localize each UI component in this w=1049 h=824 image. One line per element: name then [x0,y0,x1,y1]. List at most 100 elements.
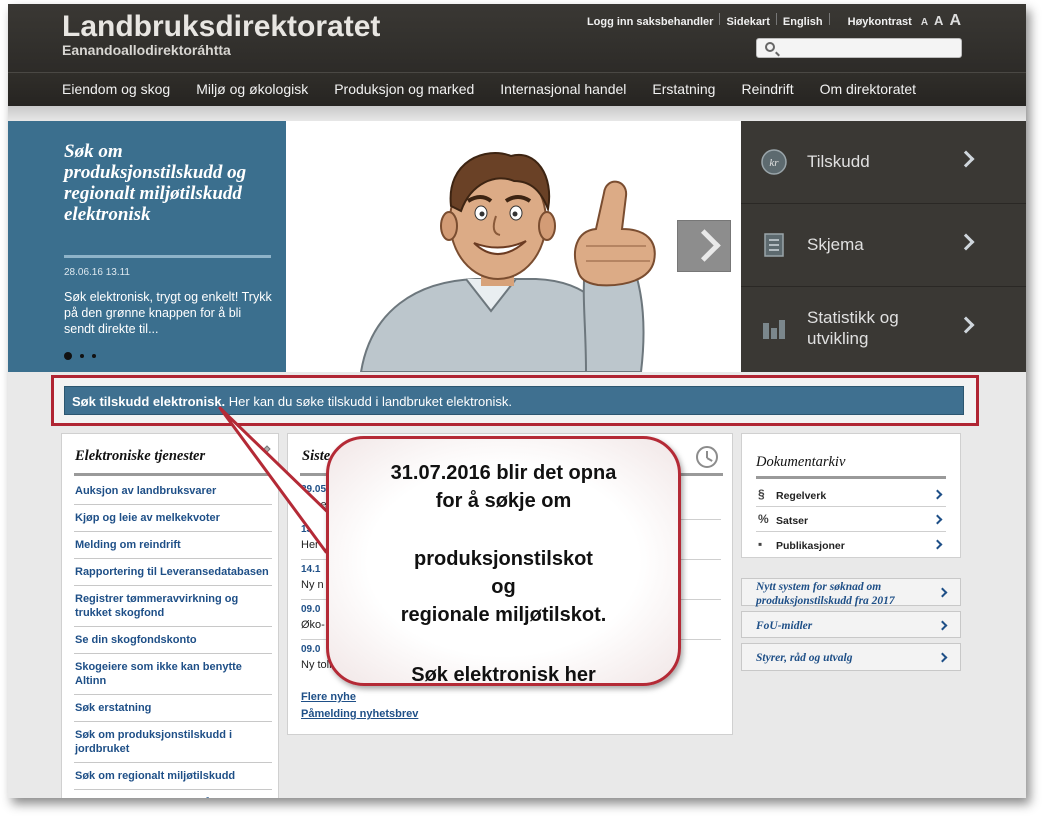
banner-text: Her kan du søke tilskudd i landbruket el… [225,394,513,409]
list-item[interactable]: Søk om tollnedsettelse på landbruksvarer [74,790,272,798]
quicklink-skjema[interactable]: Skjema [741,204,1026,287]
featured-link-label: FoU-midler [756,620,813,632]
featured-link-label: Nytt system for søknad om produksjonstil… [756,581,895,607]
carousel-dots [64,352,96,360]
list-item[interactable]: Søk om produksjonstilskudd i jordbruket [74,722,272,763]
doc-item-satser[interactable]: % Satser [756,507,946,532]
chevron-right-icon [957,233,975,251]
percent-icon: % [758,512,769,526]
carousel-dot-3[interactable] [92,354,96,358]
clock-icon [696,446,718,468]
list-item[interactable]: Registrer tømmeravvirkning og trukket sk… [74,586,272,627]
pencil-icon [256,445,271,460]
more-news-link[interactable]: Flere nyhe [301,689,418,706]
quicklink-label: Statistikk og utvikling [807,308,899,348]
hero-text-panel[interactable]: Søk om produksjonstilskudd og regionalt … [8,121,286,372]
search-icon[interactable] [765,42,775,52]
font-size-large-button[interactable]: A [946,12,964,30]
callout-line: regionale miljøtilskot. [400,604,607,626]
news-heading: Siste [302,448,331,464]
top-links: Logg inn saksbehandler Sidekart English … [581,12,964,30]
hero-description: Søk elektronisk, trygt og enkelt! Trykk … [64,290,272,336]
list-item[interactable]: Søk erstatning [74,695,272,722]
callout-line: og [491,576,516,598]
site-header: Landbruksdirektoratet Eanandoallodirekto… [8,4,1026,72]
carousel-dot-1[interactable] [64,352,72,360]
nav-item-internasjonal[interactable]: Internasjonal handel [500,73,639,106]
news-footer-links: Flere nyhe Påmelding nyhetsbrev [301,689,418,723]
svg-text:kr: kr [769,157,779,169]
carousel-dot-2[interactable] [80,354,84,358]
screenshot-frame: Landbruksdirektoratet Eanandoallodirekto… [8,4,1026,798]
heading-rule [74,473,272,476]
chevron-right-icon [932,539,943,550]
quicklink-label: Skjema [807,235,864,254]
list-item[interactable]: Se din skogfondskonto [74,627,272,654]
nav-item-reindrift[interactable]: Reindrift [741,73,806,106]
doc-item-publikasjoner[interactable]: ▪ Publikasjoner [756,532,946,557]
callout-line: Søk elektronisk her [411,664,596,686]
list-item[interactable]: Søk om regionalt miljøtilskudd [74,763,272,790]
quicklink-statistikk[interactable]: Statistikk og utvikling [741,287,1026,370]
services-list: Auksjon av landbruksvarer Kjøp og leie a… [74,478,272,798]
doc-label: Regelverk [776,490,827,502]
apply-banner[interactable]: Søk tilskudd elektronisk. Her kan du søk… [64,386,964,415]
high-contrast-link[interactable]: Høykontrast [830,16,918,28]
chevron-right-icon [932,489,943,500]
nav-item-om[interactable]: Om direktoratet [820,73,929,106]
site-title[interactable]: Landbruksdirektoratet [62,10,380,44]
nav-item-eiendom[interactable]: Eiendom og skog [62,73,183,106]
bar-chart-icon [763,320,785,339]
callout-line: for å søkje om [435,490,572,512]
featured-link-new-system[interactable]: Nytt system for søknad om produksjonstil… [741,578,961,607]
electronic-services-panel: Elektroniske tjenester Auksjon av landbr… [61,433,279,798]
list-item[interactable]: Kjøp og leie av melkekvoter [74,505,272,532]
font-size-medium-button[interactable]: A [931,13,946,28]
sitemap-link[interactable]: Sidekart [720,16,775,28]
site-subtitle: Eanandoallodirektoráhtta [62,42,231,58]
callout-line: 31.07.2016 blir det opna [390,462,617,484]
quicklink-tilskudd[interactable]: kr Tilskudd [741,121,1026,204]
banner-bold-text: Søk tilskudd elektronisk. Her kan du søk… [72,394,513,409]
quicklink-label: Tilskudd [807,152,870,171]
featured-link-label: Styrer, råd og utvalg [756,652,853,664]
list-item[interactable]: Rapportering til Leveransedatabasen [74,559,272,586]
chevron-right-icon [932,514,943,525]
hero-date: 28.06.16 13.11 [64,267,130,278]
featured-link-styrer[interactable]: Styrer, råd og utvalg [741,643,961,671]
form-icon [764,233,784,257]
nav-shadow [8,106,1026,122]
list-item[interactable]: Melding om reindrift [74,532,272,559]
carousel-next-button[interactable] [677,220,731,272]
documents-list: § Regelverk % Satser ▪ Publikasjoner [756,482,946,557]
hero-illustration [286,121,741,372]
annotation-callout: 31.07.2016 blir det opna for å søkje om … [326,436,681,686]
font-size-small-button[interactable]: A [918,17,931,28]
featured-link-fou[interactable]: FoU-midler [741,611,961,638]
chevron-right-icon [937,652,948,663]
search-input[interactable] [781,40,957,56]
nav-item-erstatning[interactable]: Erstatning [652,73,728,106]
doc-item-regelverk[interactable]: § Regelverk [756,482,946,507]
hero-title[interactable]: Søk om produksjonstilskudd og regionalt … [64,141,274,225]
paragraph-icon: § [758,487,765,501]
nav-item-miljo[interactable]: Miljø og økologisk [196,73,321,106]
list-item[interactable]: Auksjon av landbruksvarer [74,478,272,505]
login-link[interactable]: Logg inn saksbehandler [581,16,720,28]
chevron-right-icon [937,587,948,598]
search-box [756,38,962,58]
document-archive-panel: Dokumentarkiv § Regelverk % Satser ▪ Pub… [741,433,961,558]
services-heading: Elektroniske tjenester [75,448,206,464]
english-link[interactable]: English [777,16,829,28]
document-icon: ▪ [758,537,763,551]
main-nav: Eiendom og skog Miljø og økologisk Produ… [8,72,1026,106]
nav-item-produksjon[interactable]: Produksjon og marked [334,73,487,106]
doc-label: Satser [776,515,809,527]
thumbs-up-man-illustration [359,152,656,372]
callout-line: produksjonstilskot [414,548,593,570]
quick-links-panel: kr Tilskudd Skjema Statistikk og utvikli… [741,121,1026,372]
list-item[interactable]: Skogeiere som ikke kan benytte Altinn [74,654,272,695]
chevron-right-icon [957,150,975,168]
newsletter-signup-link[interactable]: Påmelding nyhetsbrev [301,706,418,723]
documents-heading: Dokumentarkiv [756,454,846,470]
